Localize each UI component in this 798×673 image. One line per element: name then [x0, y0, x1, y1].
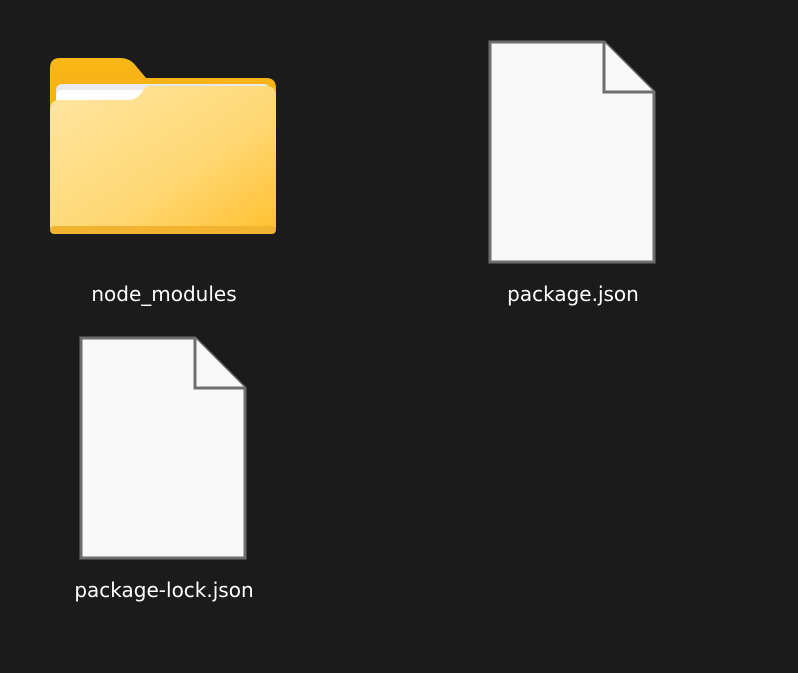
item-label: node_modules	[91, 282, 237, 306]
file-icon	[79, 336, 247, 560]
item-label: package-lock.json	[74, 578, 254, 602]
file-icon	[488, 40, 656, 264]
folder-item-node-modules[interactable]: node_modules	[44, 40, 284, 310]
folder-icon	[50, 58, 276, 234]
item-label: package.json	[507, 282, 639, 306]
file-item-package-json[interactable]: package.json	[453, 40, 693, 310]
file-item-package-lock-json[interactable]: package-lock.json	[44, 336, 284, 606]
file-explorer-content-view: node_modules package.json package-lock.j…	[0, 0, 798, 673]
